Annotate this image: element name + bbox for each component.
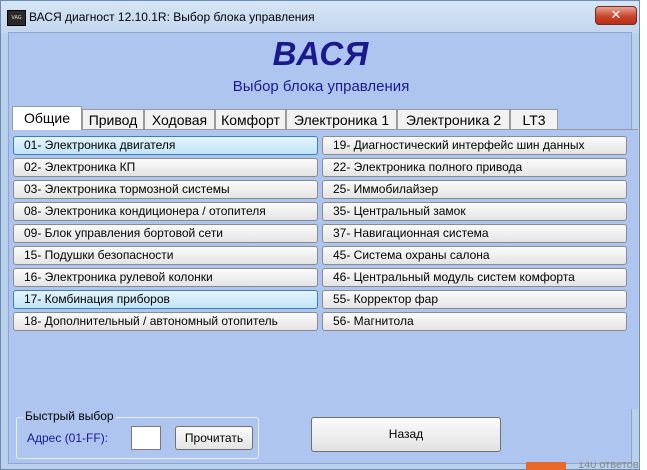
tab-comfort[interactable]: Комфорт xyxy=(215,109,286,129)
module-button-35[interactable]: 35- Центральный замок xyxy=(322,202,627,221)
module-button-02[interactable]: 02- Электроника КП xyxy=(13,158,318,177)
tab-electronics-2[interactable]: Электроника 2 xyxy=(397,109,510,129)
back-button[interactable]: Назад xyxy=(311,417,501,452)
module-button-19[interactable]: 19- Диагностический интерфейс шин данных xyxy=(322,136,627,155)
app-window: VAG COM ВАСЯ диагност 12.10.1R: Выбор бл… xyxy=(0,0,640,470)
tab-panel-general: 01- Электроника двигателя 02- Электроник… xyxy=(12,129,638,409)
tab-chassis[interactable]: Ходовая xyxy=(144,109,215,129)
module-button-08[interactable]: 08- Электроника кондиционера / отопителя xyxy=(13,202,318,221)
client-area: ВАСЯ Выбор блока управления Общие Привод… xyxy=(8,32,638,464)
close-button[interactable]: ✕ xyxy=(595,6,637,25)
app-name: ВАСЯ xyxy=(272,35,370,72)
window-title: ВАСЯ диагност 12.10.1R: Выбор блока упра… xyxy=(29,10,315,24)
module-button-17[interactable]: 17- Комбинация приборов xyxy=(13,290,318,309)
address-label: Адрес (01-FF): xyxy=(27,431,109,445)
module-button-15[interactable]: 15- Подушки безопасности xyxy=(13,246,318,265)
module-button-45[interactable]: 45- Система охраны салона xyxy=(322,246,627,265)
orange-badge xyxy=(526,462,566,470)
tab-general[interactable]: Общие xyxy=(12,106,82,130)
tab-electronics-1[interactable]: Электроника 1 xyxy=(286,109,397,129)
module-button-16[interactable]: 16- Электроника рулевой колонки xyxy=(13,268,318,287)
module-button-46[interactable]: 46- Центральный модуль систем комфорта xyxy=(322,268,627,287)
module-button-22[interactable]: 22- Электроника полного привода xyxy=(322,158,627,177)
module-button-25[interactable]: 25- Иммобилайзер xyxy=(322,180,627,199)
module-button-01[interactable]: 01- Электроника двигателя xyxy=(13,136,318,155)
address-input[interactable] xyxy=(131,426,161,450)
module-button-55[interactable]: 55- Корректор фар xyxy=(322,290,627,309)
answers-count: 140 ответов xyxy=(578,462,639,470)
module-button-37[interactable]: 37- Навигационная система xyxy=(322,224,627,243)
quick-select-legend: Быстрый выбор xyxy=(23,409,116,423)
tab-drive[interactable]: Привод xyxy=(82,109,144,129)
page-subtitle: Выбор блока управления xyxy=(232,78,410,95)
background-page-strip: 140 ответов xyxy=(520,462,647,470)
quick-select-group: Быстрый выбор Адрес (01-FF): Прочитать xyxy=(16,409,259,459)
tab-lt3[interactable]: LT3 xyxy=(510,109,558,129)
read-button[interactable]: Прочитать xyxy=(175,426,253,450)
close-icon: ✕ xyxy=(610,8,622,23)
title-bar[interactable]: VAG COM ВАСЯ диагност 12.10.1R: Выбор бл… xyxy=(1,1,639,33)
module-button-09[interactable]: 09- Блок управления бортовой сети xyxy=(13,224,318,243)
app-icon[interactable]: VAG COM xyxy=(7,10,26,26)
module-button-18[interactable]: 18- Дополнительный / автономный отопител… xyxy=(13,312,318,331)
module-button-03[interactable]: 03- Электроника тормозной системы xyxy=(13,180,318,199)
module-button-56[interactable]: 56- Магнитола xyxy=(322,312,627,331)
